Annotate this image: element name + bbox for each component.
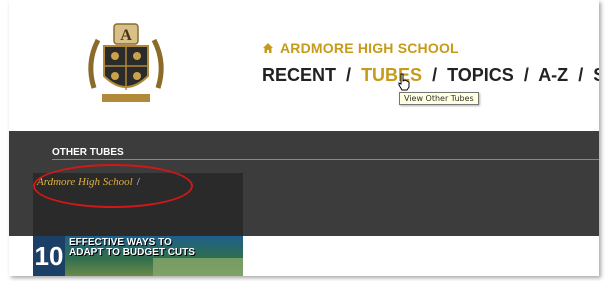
school-crest-logo[interactable]: A (82, 18, 170, 108)
nav-item-topics[interactable]: TOPICS (447, 65, 514, 85)
home-icon (263, 43, 273, 53)
nav-separator: / (523, 65, 529, 85)
crest-letter: A (120, 27, 132, 44)
main-nav: RECENT / TUBES / TOPICS / A-Z / SE (262, 65, 599, 86)
thumbnail-title-line2: ADAPT TO BUDGET CUTS (69, 247, 195, 258)
section-divider (52, 159, 599, 160)
video-thumbnail[interactable]: 10 EFFECTIVE WAYS TO ADAPT TO BUDGET CUT… (33, 236, 243, 276)
nav-item-tubes[interactable]: TUBES (361, 65, 422, 85)
tooltip: View Other Tubes (399, 92, 479, 105)
school-name-link[interactable]: ARDMORE HIGH SCHOOL (262, 40, 459, 56)
nav-item-recent[interactable]: RECENT (262, 65, 336, 85)
nav-separator: / (432, 65, 438, 85)
nav-separator: / (578, 65, 584, 85)
section-title: OTHER TUBES (52, 147, 124, 158)
thumbnail-title: EFFECTIVE WAYS TO ADAPT TO BUDGET CUTS (69, 238, 195, 258)
school-name: ARDMORE HIGH SCHOOL (280, 40, 459, 56)
highlight-ellipse (33, 164, 193, 208)
nav-separator: / (346, 65, 352, 85)
thumbnail-money-image (153, 258, 243, 276)
nav-item-a-z[interactable]: A-Z (538, 65, 568, 85)
thumbnail-number: 10 (33, 236, 65, 276)
page-frame: A ARDMORE HIGH SCHOOL RECENT / TUBES / T… (9, 0, 599, 276)
hand-cursor-icon (398, 73, 410, 91)
nav-item-search[interactable]: SE (593, 65, 599, 85)
